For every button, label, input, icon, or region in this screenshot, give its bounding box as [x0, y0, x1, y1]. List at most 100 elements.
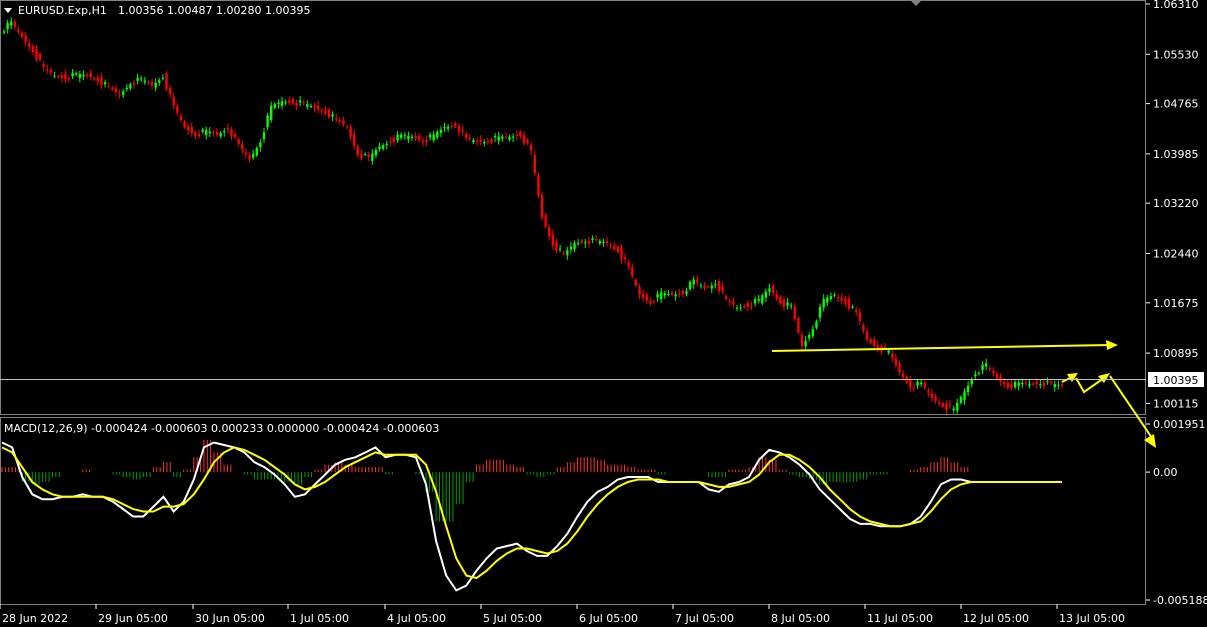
horizontal-trend-line[interactable]	[771, 344, 1111, 352]
bull-candle	[284, 102, 287, 104]
bear-candle	[1049, 382, 1053, 384]
bull-candle	[977, 373, 981, 375]
bear-candle	[176, 106, 179, 113]
bear-candle	[349, 127, 352, 137]
bear-candle	[457, 126, 461, 133]
bull-candle	[887, 350, 890, 353]
bear-candle	[706, 286, 710, 288]
bear-candle	[454, 123, 457, 127]
bull-candle	[1017, 382, 1020, 386]
bear-candle	[775, 294, 778, 299]
bear-candle	[912, 387, 916, 389]
bull-candle	[428, 134, 432, 138]
bull-candle	[82, 74, 85, 77]
bull-candle	[385, 143, 388, 146]
bear-candle	[613, 246, 616, 250]
bear-candle	[1031, 383, 1035, 385]
bull-candle	[331, 114, 334, 117]
bull-candle	[692, 279, 695, 285]
chart-shift-marker-icon[interactable]	[910, 0, 922, 6]
bull-candle	[309, 105, 313, 107]
arrow-zigzag[interactable]	[1075, 377, 1105, 394]
bear-candle	[1006, 382, 1010, 388]
bull-candle	[277, 102, 280, 105]
price-tick-label: 1.03985	[1153, 148, 1199, 161]
bull-candle	[584, 242, 587, 244]
bull-candle	[916, 381, 919, 386]
price-axis: 1.06310 1.05530 1.04765 1.03985 1.03220 1.024…	[1146, 0, 1199, 410]
bull-candle	[2, 31, 6, 33]
bull-candle	[78, 74, 82, 78]
chart-canvas[interactable]: EURUSD.Exp,H1 1.00356 1.00487 1.00280 1.…	[0, 0, 1207, 627]
bear-candle	[844, 298, 847, 304]
macd-histogram	[1, 440, 969, 522]
bear-candle	[85, 74, 89, 76]
price-tick-label: 1.03220	[1153, 197, 1199, 210]
bear-candle	[190, 126, 193, 133]
bear-candle	[580, 240, 583, 243]
bear-candle	[504, 136, 508, 138]
dropdown-triangle-icon[interactable]	[4, 8, 12, 13]
bull-candle	[761, 295, 764, 304]
bear-candle	[215, 131, 219, 135]
bull-candle	[103, 82, 107, 85]
bear-candle	[93, 78, 96, 80]
bear-candle	[291, 99, 295, 104]
bull-candle	[808, 334, 811, 339]
bull-candle	[826, 297, 829, 303]
bear-candle	[548, 227, 551, 237]
time-tick-label: 29 Jun 05:00	[98, 612, 168, 625]
bear-candle	[992, 370, 995, 374]
price-tick-label: 1.00115	[1153, 397, 1199, 410]
bear-candle	[847, 298, 851, 309]
bear-candle	[186, 126, 190, 131]
macd-label: MACD(12,26,9) -0.000424 -0.000603 0.0002…	[4, 422, 439, 435]
bull-candle	[1028, 383, 1031, 386]
bull-candle	[511, 136, 515, 138]
macd-main-line	[1, 441, 1062, 592]
bull-candle	[501, 136, 504, 139]
macd-tick-label: 0.001951	[1153, 418, 1206, 431]
bull-candle	[663, 293, 666, 296]
bull-candle	[688, 281, 692, 290]
bull-candle	[53, 75, 56, 77]
bull-candle	[956, 402, 959, 411]
bear-candle	[746, 303, 750, 307]
bull-candle	[273, 104, 277, 108]
bear-candle	[150, 82, 154, 86]
bull-candle	[205, 129, 208, 136]
bull-candle	[6, 23, 9, 30]
bull-candle	[270, 105, 273, 121]
bear-candle	[20, 32, 24, 37]
bear-candle	[836, 297, 840, 299]
bear-candle	[649, 300, 652, 304]
bear-candle	[342, 120, 345, 125]
bear-candle	[31, 46, 35, 53]
bull-candle	[407, 136, 410, 140]
bear-candle	[345, 126, 349, 128]
bull-candle	[576, 242, 580, 244]
bull-candle	[432, 134, 435, 141]
price-tick-label: 1.00895	[1153, 347, 1199, 360]
bear-candle	[338, 119, 342, 122]
bear-candle	[522, 135, 526, 144]
bear-candle	[118, 94, 121, 96]
bear-candle	[233, 134, 237, 137]
bull-candle	[400, 134, 403, 138]
bear-candle	[461, 130, 464, 132]
bear-candle	[623, 257, 627, 260]
bear-candle	[865, 332, 869, 340]
bull-candle	[439, 129, 443, 133]
bull-candle	[685, 291, 688, 294]
bear-candle	[475, 140, 479, 142]
bear-candle	[295, 102, 298, 106]
symbol-label: EURUSD.Exp,H1	[18, 4, 107, 17]
bear-candle	[587, 240, 591, 244]
bear-candle	[681, 291, 685, 294]
price-tick-label: 1.02440	[1153, 247, 1199, 260]
bear-candle	[988, 367, 991, 369]
bull-candle	[497, 136, 500, 141]
bear-candle	[594, 238, 598, 240]
bear-candle	[1042, 382, 1046, 387]
bull-candle	[566, 250, 569, 256]
